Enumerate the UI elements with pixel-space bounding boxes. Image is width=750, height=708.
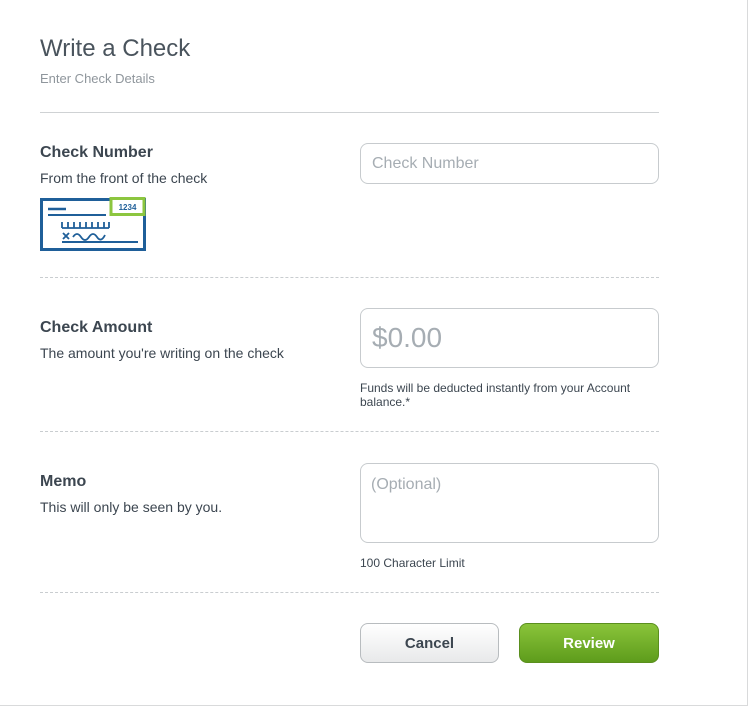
section-divider (40, 277, 659, 278)
memo-textarea[interactable] (360, 463, 659, 543)
check-number-input[interactable] (360, 143, 659, 184)
cancel-button[interactable]: Cancel (360, 623, 499, 663)
memo-label: Memo (40, 473, 87, 490)
funds-note: Funds will be deducted instantly from yo… (360, 381, 630, 409)
page-subtitle: Enter Check Details (40, 71, 155, 86)
review-button[interactable]: Review (519, 623, 659, 663)
check-sample-number: 1234 (119, 203, 137, 212)
section-divider (40, 592, 659, 593)
memo-limit-note: 100 Character Limit (360, 556, 465, 570)
check-amount-input[interactable] (360, 308, 659, 368)
header-divider (40, 112, 659, 113)
page-title: Write a Check (40, 35, 191, 62)
funds-note-line2: balance.* (360, 395, 411, 409)
check-amount-label: Check Amount (40, 319, 153, 336)
check-number-description: From the front of the check (40, 170, 208, 186)
memo-description: This will only be seen by you. (40, 499, 223, 515)
check-illustration-icon: 1234 (40, 197, 146, 251)
check-number-label: Check Number (40, 144, 153, 161)
check-amount-description: The amount you're writing on the check (40, 345, 284, 361)
funds-note-line1: Funds will be deducted instantly from yo… (360, 381, 631, 395)
section-divider (40, 431, 659, 432)
